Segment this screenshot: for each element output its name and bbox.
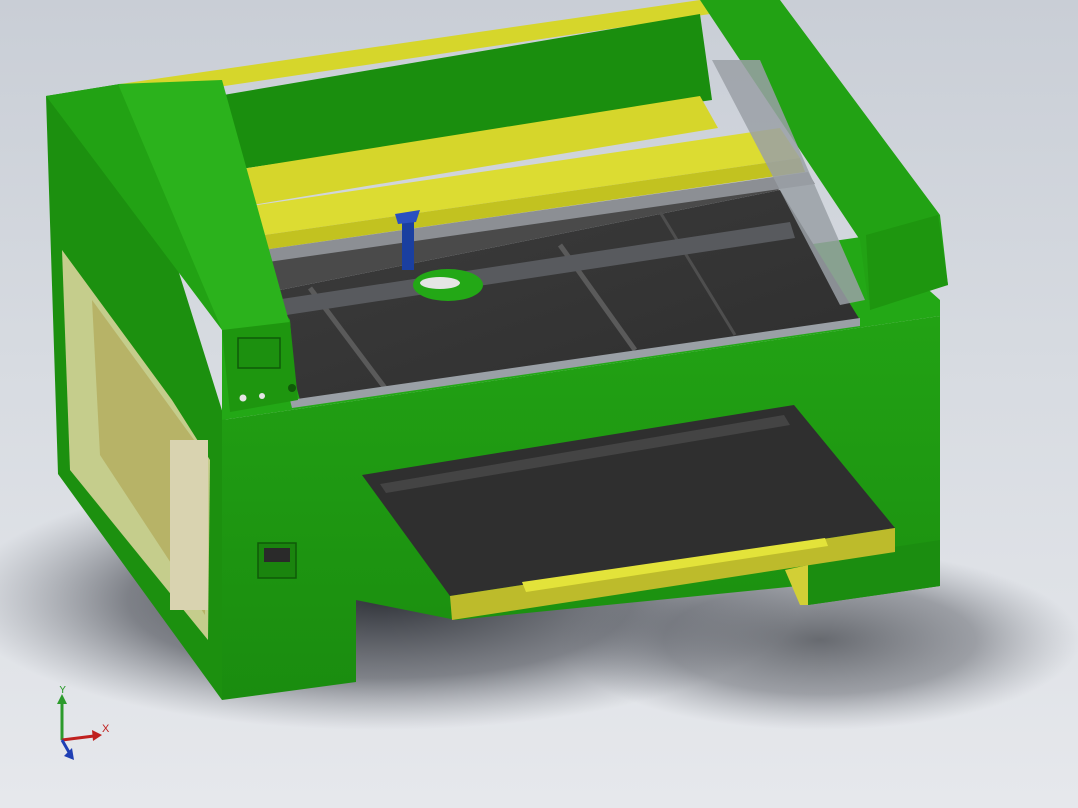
- laser-cutter-model[interactable]: [0, 0, 1078, 808]
- panel-button-2[interactable]: [259, 393, 265, 399]
- panel-button-1[interactable]: [239, 394, 247, 402]
- control-display[interactable]: [237, 337, 281, 369]
- inner-cabinet: [170, 440, 208, 610]
- panel-button-3[interactable]: [288, 384, 296, 392]
- axis-triad: Y X: [57, 686, 110, 760]
- x-axis-line: [61, 734, 95, 742]
- emergency-panel-screen: [264, 548, 290, 562]
- laser-head[interactable]: [402, 218, 414, 270]
- x-axis-arrow: [92, 730, 102, 741]
- y-axis-label: Y: [59, 686, 67, 696]
- x-axis-label: X: [102, 723, 110, 735]
- white-disc: [420, 277, 460, 289]
- cad-viewport[interactable]: Y X: [0, 0, 1078, 808]
